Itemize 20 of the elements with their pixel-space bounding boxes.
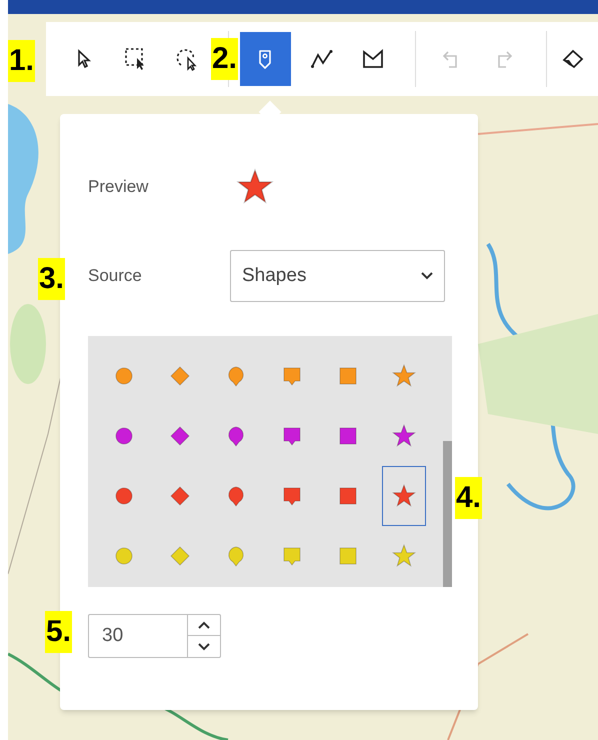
chevron-up-icon xyxy=(198,621,210,629)
chevron-down-icon xyxy=(421,272,433,280)
polygon-icon xyxy=(360,47,385,71)
source-dropdown[interactable]: Shapes xyxy=(230,250,445,302)
source-label: Source xyxy=(88,265,143,288)
step-number-label: 1. xyxy=(8,40,36,82)
step-number-label: 4. xyxy=(455,477,482,519)
polyline-icon xyxy=(310,47,334,71)
point-tool-button[interactable] xyxy=(240,32,291,86)
step-number-label: 5. xyxy=(45,611,72,653)
step-number-label: 2. xyxy=(211,38,238,80)
size-input[interactable]: 30 xyxy=(89,615,187,657)
lasso-select-icon xyxy=(174,47,199,71)
eraser-icon xyxy=(560,47,585,71)
step-number-label: 3. xyxy=(38,258,66,300)
preview-label: Preview xyxy=(88,176,150,198)
symbol-option[interactable] xyxy=(382,466,426,526)
scrollbar-thumb[interactable] xyxy=(443,441,452,587)
size-spinner[interactable]: 30 xyxy=(88,614,221,658)
chevron-down-icon xyxy=(198,642,210,650)
